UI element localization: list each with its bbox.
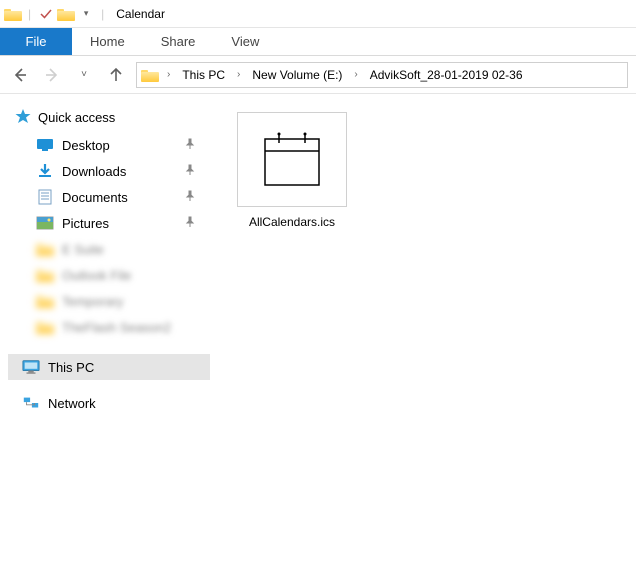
ribbon: File Home Share View [0,28,636,56]
sidebar-item-label: Desktop [62,138,110,153]
sidebar-item-blurred[interactable]: Outlook File [8,262,210,288]
folder-icon [36,240,54,258]
window-title: Calendar [116,7,165,21]
sidebar-item-desktop[interactable]: Desktop [8,132,210,158]
chevron-right-icon[interactable]: › [163,69,174,80]
chevron-right-icon[interactable]: › [350,69,361,80]
breadcrumb-item[interactable]: New Volume (E:) [248,66,346,84]
pictures-icon [36,214,54,232]
folder-icon [57,5,75,23]
address-bar: ˅ › This PC › New Volume (E:) › AdvikSof… [0,56,636,94]
breadcrumb-item[interactable]: This PC [178,66,229,84]
sidebar-item-blurred[interactable]: E Suite [8,236,210,262]
sidebar-item-label: E Suite [62,242,104,257]
quick-access-icon [14,108,32,126]
forward-button[interactable] [40,63,64,87]
separator: | [101,7,104,21]
file-item[interactable]: AllCalendars.ics [232,112,352,229]
this-pc-icon [22,358,40,376]
tab-share[interactable]: Share [143,28,214,55]
tab-view[interactable]: View [213,28,277,55]
file-list[interactable]: AllCalendars.ics [210,94,636,573]
sidebar-item-label: Temporary [62,294,123,309]
sidebar-item-blurred[interactable]: TheFlash Season2 [8,314,210,340]
sidebar-item-documents[interactable]: Documents [8,184,210,210]
file-tab[interactable]: File [0,28,72,55]
sidebar-item-label: TheFlash Season2 [62,320,171,335]
back-button[interactable] [8,63,32,87]
sidebar-item-label: Network [48,396,96,411]
sidebar-item-network[interactable]: Network [8,390,210,416]
dropdown-icon[interactable]: ▾ [77,5,95,23]
pin-icon [184,164,196,179]
chevron-right-icon[interactable]: › [233,69,244,80]
navigation-pane: Quick access Desktop Downloads Doc [0,94,210,573]
pin-icon [184,190,196,205]
pin-icon [184,138,196,153]
quick-access-header[interactable]: Quick access [14,108,210,126]
pin-icon [184,216,196,231]
calendar-file-icon [237,112,347,207]
sidebar-item-label: Pictures [62,216,109,231]
documents-icon [36,188,54,206]
folder-icon [141,66,159,84]
separator: | [28,7,31,21]
sidebar-item-label: Downloads [62,164,126,179]
titlebar: | ▾ | Calendar [0,0,636,28]
sidebar-item-label: Outlook File [62,268,131,283]
sidebar-item-downloads[interactable]: Downloads [8,158,210,184]
file-name: AllCalendars.ics [232,215,352,229]
tab-home[interactable]: Home [72,28,143,55]
recent-locations-button[interactable]: ˅ [72,63,96,87]
folder-icon [36,292,54,310]
folder-icon [36,266,54,284]
desktop-icon [36,136,54,154]
checkmark-icon[interactable] [37,5,55,23]
breadcrumb-item[interactable]: AdvikSoft_28-01-2019 02-36 [366,66,527,84]
up-button[interactable] [104,63,128,87]
folder-icon [36,318,54,336]
sidebar-item-this-pc[interactable]: This PC [8,354,210,380]
sidebar-item-pictures[interactable]: Pictures [8,210,210,236]
sidebar-item-label: This PC [48,360,94,375]
quick-access-label: Quick access [38,110,115,125]
network-icon [22,394,40,412]
sidebar-item-label: Documents [62,190,128,205]
sidebar-item-blurred[interactable]: Temporary [8,288,210,314]
breadcrumb[interactable]: › This PC › New Volume (E:) › AdvikSoft_… [136,62,628,88]
downloads-icon [36,162,54,180]
folder-icon [4,5,22,23]
